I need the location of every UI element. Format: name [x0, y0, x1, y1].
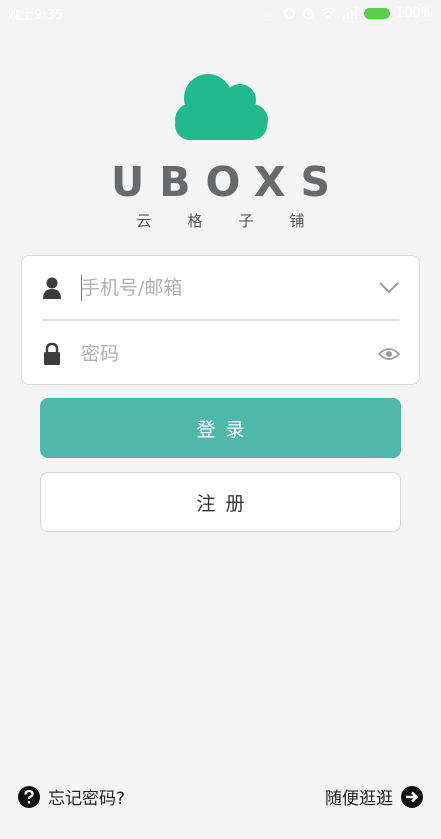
cloud-icon [174, 74, 268, 140]
question-circle-icon [18, 785, 40, 808]
chevron-down-icon[interactable] [377, 276, 401, 300]
brand-area: UBOXS 云格子铺 [0, 70, 441, 231]
account-input[interactable] [81, 272, 359, 304]
sync-icon [283, 7, 296, 20]
battery-level: 100% [395, 5, 433, 21]
browse-label: 随便逛逛 [325, 789, 393, 809]
brand-subtitle: 云格子铺 [136, 212, 341, 230]
status-bar: 晚上9:35 ... 100% [0, 0, 441, 26]
password-input[interactable] [81, 338, 359, 370]
lock-icon [42, 342, 62, 366]
brand-title: UBOXS [110, 158, 346, 206]
arrow-right-circle-icon [401, 785, 423, 808]
alarm-icon [302, 7, 315, 20]
forgot-password-label: 忘记密码? [48, 789, 126, 809]
login-button[interactable]: 登录 [40, 398, 401, 458]
wifi-icon [321, 7, 336, 19]
eye-icon[interactable] [377, 342, 401, 366]
status-dots: ... [264, 5, 277, 21]
register-button[interactable]: 注册 [40, 472, 401, 532]
user-icon [42, 276, 62, 300]
login-screen: 晚上9:35 ... 100% UBOXS 云格子铺 手机号/邮箱 登录 注册 … [0, 0, 441, 839]
form-divider [42, 319, 399, 321]
status-time: 晚上9:35 [8, 7, 64, 23]
browse-link[interactable]: 随便逛逛 [325, 784, 423, 809]
battery-icon [363, 7, 390, 19]
login-form [21, 255, 420, 385]
password-row [22, 322, 419, 386]
forgot-password-link[interactable]: 忘记密码? [18, 784, 125, 809]
account-row [22, 256, 419, 320]
signal-icon [342, 7, 358, 19]
